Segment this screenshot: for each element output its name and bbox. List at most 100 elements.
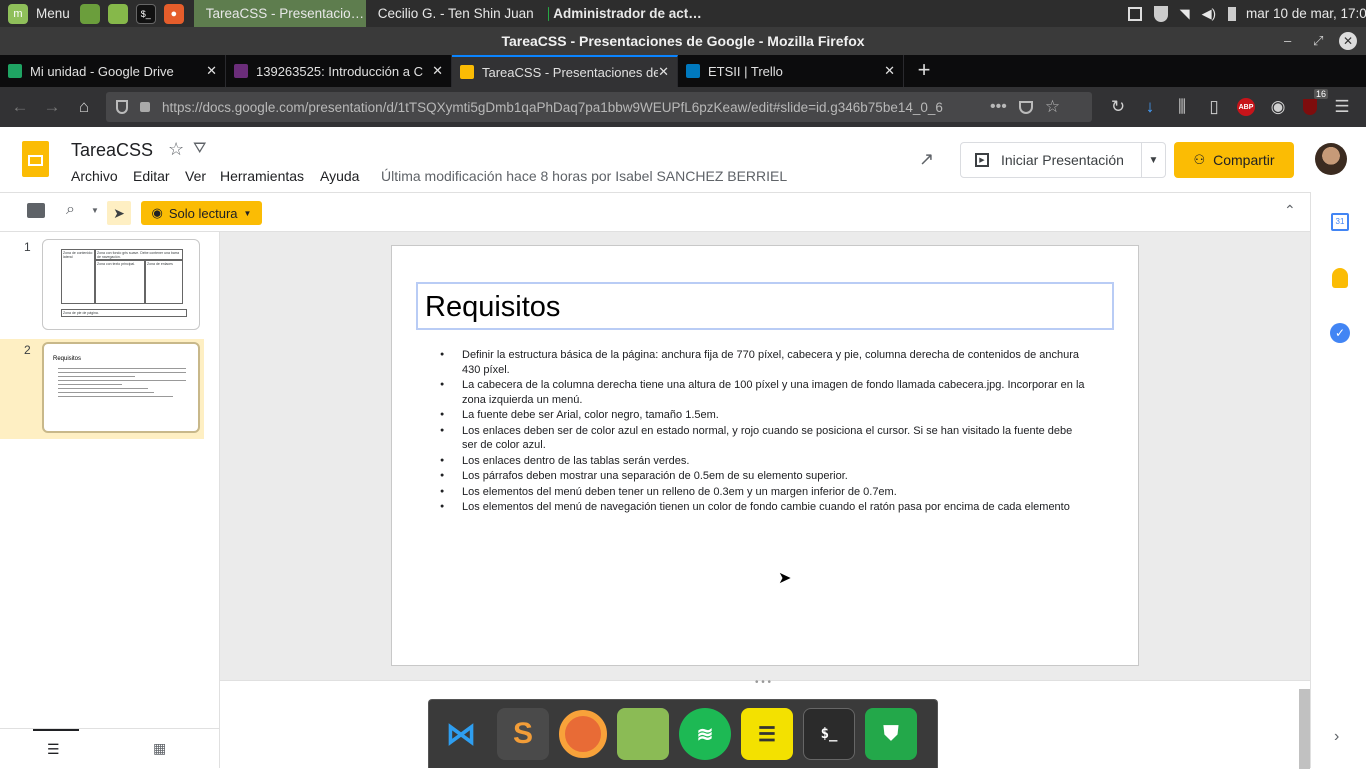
files-dock-icon[interactable] bbox=[617, 708, 669, 760]
clock[interactable]: mar 10 de mar, 17:04 bbox=[1246, 6, 1366, 21]
chevron-down-icon: ▼ bbox=[243, 208, 252, 218]
terminal-icon[interactable]: $_ bbox=[135, 3, 156, 24]
menu-ayuda[interactable]: Ayuda bbox=[320, 168, 359, 184]
list-view-icon[interactable]: ☰ bbox=[47, 741, 60, 758]
expand-panel-icon[interactable]: › bbox=[1334, 728, 1339, 746]
slide-thumbnail-2[interactable]: Requisitos bbox=[42, 342, 200, 433]
page-actions-icon[interactable]: ••• bbox=[990, 98, 1007, 116]
abp-label: ABP bbox=[1237, 98, 1255, 116]
present-button[interactable]: ▶ Iniciar Presentación ▼ bbox=[960, 142, 1166, 178]
home-icon[interactable]: ⌂ bbox=[68, 91, 100, 123]
library-icon[interactable]: ⫼ bbox=[1166, 91, 1198, 123]
lock-icon[interactable] bbox=[140, 102, 150, 112]
account-icon[interactable]: ◉ bbox=[1262, 91, 1294, 123]
side-panel: 31 ✓ › bbox=[1310, 192, 1366, 768]
tasks-icon[interactable]: ✓ bbox=[1330, 323, 1350, 343]
taskbar-item-spotify[interactable]: Cecilio G. - Ten Shin Juan bbox=[366, 0, 540, 27]
readonly-button[interactable]: ◉ Solo lectura ▼ bbox=[141, 201, 262, 225]
grid-view-icon[interactable]: ▦ bbox=[153, 740, 166, 757]
close-tab-icon[interactable]: ✕ bbox=[884, 63, 895, 79]
share-button[interactable]: ⚇ Compartir bbox=[1174, 142, 1294, 178]
menu-button[interactable]: m Menu bbox=[0, 0, 76, 27]
sublime-icon[interactable]: S bbox=[497, 708, 549, 760]
hamburger-menu-icon[interactable]: ☰ bbox=[1326, 91, 1358, 123]
present-dropdown-icon[interactable]: ▼ bbox=[1141, 143, 1165, 177]
forward-icon[interactable]: → bbox=[36, 91, 68, 123]
notes-scrollbar[interactable] bbox=[1299, 689, 1310, 769]
pocket-icon[interactable] bbox=[1018, 100, 1033, 114]
doc-title[interactable]: TareaCSS bbox=[71, 140, 153, 161]
notes-tray-icon[interactable] bbox=[1127, 6, 1142, 21]
show-desktop-icon[interactable] bbox=[79, 3, 100, 24]
bullet-item: Los elementos del menú de navegación tie… bbox=[440, 500, 1090, 515]
collapse-toolbar-icon[interactable]: ⌃ bbox=[1284, 202, 1296, 219]
slide-number: 2 bbox=[24, 343, 31, 357]
keep-icon[interactable] bbox=[1332, 268, 1348, 288]
reload-icon[interactable]: ↻ bbox=[1102, 91, 1134, 123]
slide-bullets[interactable]: Definir la estructura básica de la págin… bbox=[440, 348, 1090, 516]
battery-icon[interactable] bbox=[1228, 6, 1236, 21]
tab-trello[interactable]: ETSII | Trello ✕ bbox=[678, 55, 904, 87]
security-dock-icon[interactable]: ⛊ bbox=[865, 708, 917, 760]
calendar-icon[interactable]: 31 bbox=[1331, 213, 1349, 231]
url-text[interactable]: https://docs.google.com/presentation/d/1… bbox=[162, 100, 982, 115]
print-icon[interactable] bbox=[27, 203, 45, 218]
menu-herramientas[interactable]: Herramientas bbox=[220, 168, 304, 184]
filmstrip-view-toggle: ☰ ▦ bbox=[0, 728, 219, 768]
spotify-dock-icon[interactable]: ≋ bbox=[679, 708, 731, 760]
share-label: Compartir bbox=[1213, 152, 1275, 168]
taskbar-item-system-monitor[interactable]: Administrador de act… bbox=[540, 0, 710, 27]
active-view-indicator bbox=[33, 729, 79, 731]
mint-logo-icon: m bbox=[8, 3, 28, 24]
new-tab-button[interactable]: + bbox=[904, 55, 944, 87]
wifi-icon[interactable]: ◥ bbox=[1180, 6, 1190, 22]
tab-google-drive[interactable]: Mi unidad - Google Drive ✕ bbox=[0, 55, 226, 87]
zoom-icon[interactable]: ⌕ bbox=[66, 201, 75, 219]
menu-ver[interactable]: Ver bbox=[185, 168, 206, 184]
menu-archivo[interactable]: Archivo bbox=[71, 168, 118, 184]
tab-tareacss[interactable]: TareaCSS - Presentaciones de ✕ bbox=[452, 55, 678, 87]
doc-header: TareaCSS ☆ ⛛ Archivo Editar Ver Herramie… bbox=[0, 127, 1366, 192]
notes-dock-icon[interactable]: ☰ bbox=[741, 708, 793, 760]
maximize-button[interactable]: ⤢ bbox=[1313, 27, 1323, 55]
close-tab-icon[interactable]: ✕ bbox=[658, 64, 669, 80]
task-label: Administrador de act… bbox=[553, 6, 702, 21]
vscode-icon[interactable]: ⋈ bbox=[435, 708, 487, 760]
sidebar-icon[interactable]: ▯ bbox=[1198, 91, 1230, 123]
minimize-button[interactable]: – bbox=[1284, 27, 1291, 55]
close-window-button[interactable]: ✕ bbox=[1339, 32, 1357, 50]
select-cursor-icon[interactable]: ➤ bbox=[107, 201, 131, 225]
last-modified[interactable]: Última modificación hace 8 horas por Isa… bbox=[381, 168, 787, 184]
bookmark-star-icon[interactable]: ☆ bbox=[1045, 97, 1060, 117]
notes-resize-handle[interactable]: • • • bbox=[755, 677, 771, 688]
close-tab-icon[interactable]: ✕ bbox=[432, 63, 443, 79]
ublock-icon[interactable]: 16 bbox=[1294, 89, 1328, 123]
url-bar[interactable]: https://docs.google.com/presentation/d/1… bbox=[106, 92, 1092, 122]
slide-title[interactable]: Requisitos bbox=[416, 282, 1114, 330]
adblock-icon[interactable]: ABP bbox=[1230, 91, 1262, 123]
taskbar-item-firefox[interactable]: TareaCSS - Presentacio… bbox=[193, 0, 366, 27]
move-to-drive-icon[interactable]: ⛛ bbox=[193, 140, 206, 158]
activity-trend-icon[interactable]: ↗ bbox=[919, 149, 934, 170]
terminal-dock-icon[interactable]: $_ bbox=[803, 708, 855, 760]
slide-thumbnail-1[interactable]: Zona de contenido: lateral Zona con fond… bbox=[42, 239, 200, 330]
filmstrip: 1 Zona de contenido: lateral Zona con fo… bbox=[0, 232, 220, 768]
download-icon[interactable]: ↓ bbox=[1134, 91, 1166, 123]
menu-editar[interactable]: Editar bbox=[133, 168, 170, 184]
close-tab-icon[interactable]: ✕ bbox=[206, 63, 217, 79]
zoom-dropdown-icon[interactable]: ▼ bbox=[91, 206, 99, 215]
star-icon[interactable]: ☆ bbox=[168, 139, 184, 160]
firefox-dock-icon[interactable] bbox=[559, 710, 607, 758]
slides-logo-icon[interactable] bbox=[22, 141, 49, 177]
firefox-icon[interactable]: ● bbox=[163, 3, 184, 24]
tracking-shield-icon[interactable] bbox=[116, 100, 128, 114]
volume-icon[interactable]: ◀) bbox=[1202, 6, 1216, 22]
security-tray-icon[interactable] bbox=[1153, 5, 1168, 22]
tab-introduccion[interactable]: 139263525: Introducción a C ✕ bbox=[226, 55, 452, 87]
task-label: Cecilio G. - Ten Shin Juan bbox=[377, 6, 534, 21]
files-icon[interactable] bbox=[107, 3, 128, 24]
avatar[interactable] bbox=[1315, 143, 1347, 175]
thumb-text: Zona con fondo gris suave. Debe contener… bbox=[95, 249, 183, 260]
back-icon[interactable]: ← bbox=[4, 91, 36, 123]
thumb-text: Zona con texto principal. bbox=[95, 260, 145, 304]
